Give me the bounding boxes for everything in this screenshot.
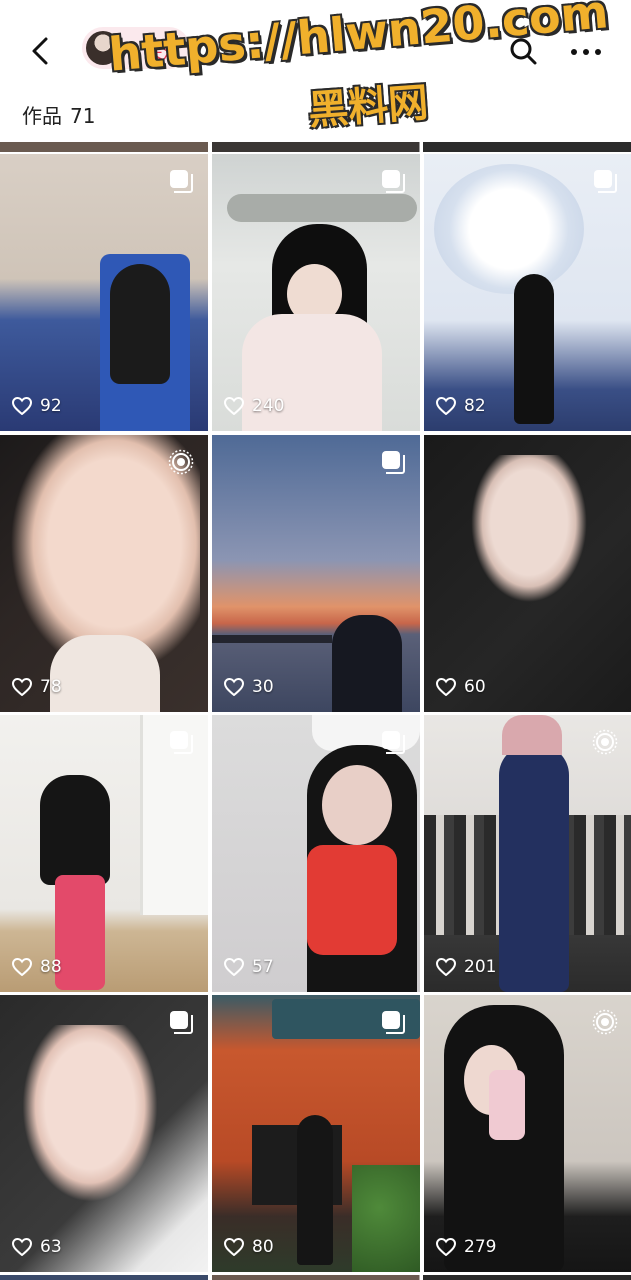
like-count-value: 63	[40, 1237, 62, 1257]
like-count: 78	[12, 676, 62, 698]
post-tile[interactable]: 80	[212, 995, 420, 1272]
multi-image-icon	[170, 1011, 193, 1034]
person-silhouette	[110, 264, 170, 384]
search-icon	[510, 38, 537, 65]
more-icon	[571, 49, 601, 55]
works-count: 71	[70, 104, 96, 128]
previous-row-strip	[0, 142, 631, 152]
live-photo-icon	[168, 449, 194, 475]
phone	[489, 1070, 525, 1140]
person-silhouette	[40, 775, 110, 885]
bunny-ears	[502, 715, 562, 755]
like-count-value: 57	[252, 957, 274, 977]
multi-image-icon	[594, 170, 617, 193]
heart-icon	[436, 1238, 456, 1256]
like-count: 60	[436, 676, 486, 698]
more-button[interactable]	[568, 40, 604, 64]
heart-icon	[436, 678, 456, 696]
post-tile[interactable]: 240	[212, 154, 420, 431]
post-grid: 92 240 82 78 30 60 88 57 201 63 80 279	[0, 142, 631, 1280]
shoreline	[212, 635, 332, 643]
person-silhouette	[499, 745, 569, 992]
multi-image-icon	[170, 731, 193, 754]
heart-icon	[12, 1238, 32, 1256]
like-count: 201	[436, 956, 496, 978]
like-count-value: 88	[40, 957, 62, 977]
heart-icon	[224, 958, 244, 976]
like-count: 57	[224, 956, 274, 978]
heart-icon	[224, 678, 244, 696]
paper-flower	[434, 164, 584, 294]
like-count: 82	[436, 395, 486, 417]
chevron-left-icon	[32, 37, 48, 65]
avatar[interactable]	[86, 31, 120, 65]
post-tile[interactable]: 82	[424, 154, 631, 431]
heart-icon	[436, 397, 456, 415]
multi-image-icon	[382, 731, 405, 754]
post-tile[interactable]: 279	[424, 995, 631, 1272]
like-count-value: 78	[40, 677, 62, 697]
pink-stockings	[55, 875, 105, 990]
like-count: 279	[436, 1236, 496, 1258]
back-button[interactable]	[26, 36, 56, 66]
heart-icon	[12, 678, 32, 696]
post-tile[interactable]: 88	[0, 715, 208, 992]
post-tile[interactable]: 92	[0, 154, 208, 431]
next-row-strip	[0, 1275, 631, 1280]
like-count-value: 82	[464, 396, 486, 416]
like-count-value: 201	[464, 957, 497, 977]
multi-image-icon	[170, 170, 193, 193]
wall-stripe	[227, 194, 417, 222]
top-bar: + 关注 作品 71	[0, 0, 631, 128]
like-count: 80	[224, 1236, 274, 1258]
heart-icon	[436, 958, 456, 976]
post-tile[interactable]: 60	[424, 435, 631, 712]
person-face	[322, 765, 392, 845]
like-count: 88	[12, 956, 62, 978]
person-face	[469, 455, 589, 605]
post-tile[interactable]: 63	[0, 995, 208, 1272]
person-silhouette	[297, 1115, 333, 1265]
heart-icon	[224, 397, 244, 415]
shrub	[352, 1165, 420, 1272]
like-count: 240	[224, 395, 284, 417]
multi-image-icon	[382, 1011, 405, 1034]
multi-image-icon	[382, 451, 405, 474]
multi-image-icon	[382, 170, 405, 193]
like-count-value: 240	[252, 396, 285, 416]
person-face	[20, 1025, 160, 1205]
post-tile[interactable]: 57	[212, 715, 420, 992]
live-photo-icon	[592, 729, 618, 755]
like-count-value: 60	[464, 677, 486, 697]
like-count-value: 30	[252, 677, 274, 697]
heart-icon	[12, 958, 32, 976]
like-count-value: 92	[40, 396, 62, 416]
like-count-value: 279	[464, 1237, 497, 1257]
post-tile[interactable]: 30	[212, 435, 420, 712]
works-label: 作品	[22, 104, 62, 128]
post-tile[interactable]: 78	[0, 435, 208, 712]
like-count: 30	[224, 676, 274, 698]
person-silhouette	[514, 274, 554, 424]
live-photo-icon	[592, 1009, 618, 1035]
works-count-label: 作品 71	[22, 100, 103, 129]
heart-icon	[224, 1238, 244, 1256]
heart-icon	[12, 397, 32, 415]
like-count: 63	[12, 1236, 62, 1258]
person-silhouette	[332, 615, 402, 712]
red-gloves	[307, 845, 397, 955]
like-count: 92	[12, 395, 62, 417]
like-count-value: 80	[252, 1237, 274, 1257]
post-tile[interactable]: 201	[424, 715, 631, 992]
search-button[interactable]	[508, 36, 538, 66]
follow-button-label: + 关注	[126, 43, 180, 63]
sweater	[50, 635, 160, 712]
